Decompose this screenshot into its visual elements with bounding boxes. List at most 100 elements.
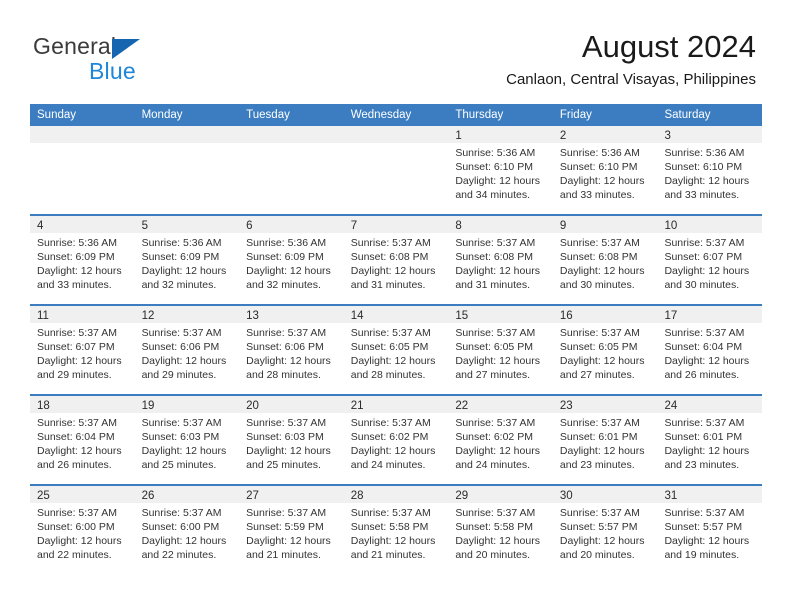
day-number: 24 xyxy=(664,400,678,412)
calendar-day-cell[interactable]: 29 Sunrise: 5:37 AM Sunset: 5:58 PM Dayligh… xyxy=(448,486,553,574)
day-number-band: 4 xyxy=(30,216,135,233)
sunrise-text: Sunrise: 5:37 AM xyxy=(455,417,536,429)
daylight-text-line1: Daylight: 12 hours xyxy=(350,445,436,457)
calendar-day-cell[interactable]: 1 Sunrise: 5:36 AM Sunset: 6:10 PM Daylight… xyxy=(448,126,553,214)
daylight-text-line1: Daylight: 12 hours xyxy=(559,175,645,187)
calendar-day-cell[interactable]: 13 Sunrise: 5:37 AM Sunset: 6:06 PM Dayligh… xyxy=(239,306,344,394)
daylight-text-line2: and 33 minutes. xyxy=(664,189,740,201)
day-number-band: 13 xyxy=(239,306,344,323)
sunrise-text: Sunrise: 5:36 AM xyxy=(559,147,640,159)
daylight-text-line2: and 33 minutes. xyxy=(37,279,112,291)
sunrise-text: Sunrise: 5:37 AM xyxy=(559,417,640,429)
sunset-text: Sunset: 5:57 PM xyxy=(664,521,743,533)
sunset-text: Sunset: 6:08 PM xyxy=(350,251,429,263)
day-sun-info: Sunrise: 5:37 AM Sunset: 5:59 PM Daylight:… xyxy=(239,503,344,562)
calendar-day-cell[interactable]: 28 Sunrise: 5:37 AM Sunset: 5:58 PM Dayligh… xyxy=(343,486,449,574)
day-sun-info: Sunrise: 5:37 AM Sunset: 6:05 PM Daylight:… xyxy=(344,323,449,382)
weekday-header-monday: Monday xyxy=(141,109,183,121)
calendar-day-cell[interactable]: 18 Sunrise: 5:37 AM Sunset: 6:04 PM Dayligh… xyxy=(30,396,135,484)
calendar-day-cell[interactable]: 23 Sunrise: 5:37 AM Sunset: 6:01 PM Dayligh… xyxy=(552,396,658,484)
calendar-day-cell[interactable]: 26 Sunrise: 5:37 AM Sunset: 6:00 PM Dayligh… xyxy=(134,486,240,574)
calendar-week-row: 18 Sunrise: 5:37 AM Sunset: 6:04 PM Dayligh… xyxy=(30,394,763,484)
daylight-text-line1: Daylight: 12 hours xyxy=(246,355,331,367)
sunset-text: Sunset: 6:08 PM xyxy=(455,251,533,263)
calendar-day-cell[interactable]: 2 Sunrise: 5:36 AM Sunset: 6:10 PM Daylight… xyxy=(552,126,658,214)
day-sun-info: Sunrise: 5:36 AM Sunset: 6:09 PM Daylight:… xyxy=(135,233,240,292)
calendar-day-cell[interactable]: 3 Sunrise: 5:36 AM Sunset: 6:10 PM Daylight… xyxy=(657,126,763,214)
day-sun-info: Sunrise: 5:36 AM Sunset: 6:09 PM Daylight:… xyxy=(30,233,135,292)
calendar-day-cell[interactable]: 27 Sunrise: 5:37 AM Sunset: 5:59 PM Dayligh… xyxy=(239,486,344,574)
sunrise-text: Sunrise: 5:37 AM xyxy=(37,417,117,429)
calendar-day-cell[interactable]: 6 Sunrise: 5:36 AM Sunset: 6:09 PM Daylight… xyxy=(239,216,344,304)
weekday-header-row: Sunday Monday Tuesday Wednesday Thursday… xyxy=(30,104,762,126)
daylight-text-line2: and 29 minutes. xyxy=(37,369,112,381)
day-sun-info: Sunrise: 5:37 AM Sunset: 5:58 PM Daylight:… xyxy=(344,503,449,562)
day-number: 14 xyxy=(350,310,364,322)
calendar-day-cell[interactable]: 7 Sunrise: 5:37 AM Sunset: 6:08 PM Daylight… xyxy=(343,216,449,304)
weekday-header-thursday: Thursday xyxy=(455,109,504,121)
day-number-band: 21 xyxy=(343,396,449,413)
daylight-text-line1: Daylight: 12 hours xyxy=(455,445,540,457)
sunrise-text: Sunrise: 5:37 AM xyxy=(246,417,327,429)
sunset-text: Sunset: 5:57 PM xyxy=(559,521,638,533)
calendar-day-cell[interactable]: 14 Sunrise: 5:37 AM Sunset: 6:05 PM Dayligh… xyxy=(343,306,449,394)
daylight-text-line2: and 21 minutes. xyxy=(246,549,321,561)
daylight-text-line2: and 22 minutes. xyxy=(37,549,112,561)
day-number: 31 xyxy=(664,490,678,502)
calendar-day-cell[interactable]: 22 Sunrise: 5:37 AM Sunset: 6:02 PM Dayligh… xyxy=(448,396,553,484)
daylight-text-line1: Daylight: 12 hours xyxy=(664,355,750,367)
day-sun-info: Sunrise: 5:37 AM Sunset: 6:02 PM Daylight:… xyxy=(344,413,449,472)
calendar-weeks: 1 Sunrise: 5:36 AM Sunset: 6:10 PM Daylight… xyxy=(30,126,763,574)
sunset-text: Sunset: 6:00 PM xyxy=(141,521,220,533)
calendar-day-cell[interactable]: 9 Sunrise: 5:37 AM Sunset: 6:08 PM Daylight… xyxy=(552,216,658,304)
daylight-text-line2: and 26 minutes. xyxy=(664,369,740,381)
calendar-day-cell[interactable]: 20 Sunrise: 5:37 AM Sunset: 6:03 PM Dayligh… xyxy=(239,396,344,484)
day-sun-info: Sunrise: 5:37 AM Sunset: 6:06 PM Daylight:… xyxy=(239,323,344,382)
calendar-day-cell[interactable]: 31 Sunrise: 5:37 AM Sunset: 5:57 PM Dayligh… xyxy=(657,486,763,574)
generalblue-logo[interactable]: General Blue xyxy=(33,33,263,84)
daylight-text-line2: and 27 minutes. xyxy=(559,369,635,381)
day-sun-info: Sunrise: 5:37 AM Sunset: 6:02 PM Daylight:… xyxy=(448,413,553,472)
calendar-day-cell[interactable]: 25 Sunrise: 5:37 AM Sunset: 6:00 PM Dayligh… xyxy=(30,486,135,574)
weekday-header-sunday: Sunday xyxy=(37,109,77,121)
day-sun-info: Sunrise: 5:37 AM Sunset: 6:05 PM Daylight:… xyxy=(448,323,553,382)
sunrise-text: Sunrise: 5:37 AM xyxy=(664,417,745,429)
calendar-day-cell[interactable]: 8 Sunrise: 5:37 AM Sunset: 6:08 PM Daylight… xyxy=(448,216,553,304)
daylight-text-line2: and 33 minutes. xyxy=(559,189,635,201)
sunset-text: Sunset: 6:10 PM xyxy=(664,161,743,173)
sunset-text: Sunset: 6:04 PM xyxy=(664,341,743,353)
day-number-band: 12 xyxy=(134,306,240,323)
daylight-text-line2: and 25 minutes. xyxy=(141,459,217,471)
sunrise-text: Sunrise: 5:37 AM xyxy=(246,507,327,519)
sunrise-text: Sunrise: 5:36 AM xyxy=(37,237,117,249)
calendar-day-cell[interactable]: 19 Sunrise: 5:37 AM Sunset: 6:03 PM Dayligh… xyxy=(134,396,240,484)
daylight-text-line2: and 32 minutes. xyxy=(246,279,321,291)
day-number-band: 28 xyxy=(343,486,449,503)
calendar-day-cell[interactable]: 11 Sunrise: 5:37 AM Sunset: 6:07 PM Dayligh… xyxy=(30,306,135,394)
day-sun-info: Sunrise: 5:37 AM Sunset: 6:04 PM Daylight:… xyxy=(657,323,762,382)
daylight-text-line1: Daylight: 12 hours xyxy=(350,355,436,367)
day-sun-info: Sunrise: 5:37 AM Sunset: 6:07 PM Daylight:… xyxy=(30,323,135,382)
calendar-day-cell[interactable]: 24 Sunrise: 5:37 AM Sunset: 6:01 PM Dayligh… xyxy=(657,396,763,484)
sunrise-text: Sunrise: 5:37 AM xyxy=(350,417,431,429)
calendar-week-row: 1 Sunrise: 5:36 AM Sunset: 6:10 PM Daylight… xyxy=(30,126,763,214)
day-number-band: 9 xyxy=(552,216,658,233)
calendar-day-cell[interactable]: 12 Sunrise: 5:37 AM Sunset: 6:06 PM Dayligh… xyxy=(134,306,240,394)
sunrise-text: Sunrise: 5:36 AM xyxy=(246,237,327,249)
sunset-text: Sunset: 6:05 PM xyxy=(559,341,638,353)
day-number-band: 25 xyxy=(30,486,135,503)
calendar-day-cell[interactable]: 4 Sunrise: 5:36 AM Sunset: 6:09 PM Daylight… xyxy=(30,216,135,304)
day-number-band: 15 xyxy=(448,306,553,323)
calendar-day-cell[interactable]: 21 Sunrise: 5:37 AM Sunset: 6:02 PM Dayligh… xyxy=(343,396,449,484)
calendar-day-cell[interactable]: 16 Sunrise: 5:37 AM Sunset: 6:05 PM Dayligh… xyxy=(552,306,658,394)
logo-text-general: General xyxy=(33,33,117,59)
calendar-day-cell[interactable]: 15 Sunrise: 5:37 AM Sunset: 6:05 PM Dayligh… xyxy=(448,306,553,394)
calendar-day-cell[interactable]: 10 Sunrise: 5:37 AM Sunset: 6:07 PM Dayligh… xyxy=(657,216,763,304)
sunrise-text: Sunrise: 5:36 AM xyxy=(664,147,745,159)
daylight-text-line2: and 32 minutes. xyxy=(141,279,217,291)
calendar-day-cell[interactable]: 17 Sunrise: 5:37 AM Sunset: 6:04 PM Dayligh… xyxy=(657,306,763,394)
calendar-day-cell[interactable]: 5 Sunrise: 5:36 AM Sunset: 6:09 PM Daylight… xyxy=(134,216,240,304)
calendar-day-cell[interactable]: 30 Sunrise: 5:37 AM Sunset: 5:57 PM Dayligh… xyxy=(552,486,658,574)
calendar-day-cell-empty xyxy=(239,126,344,214)
sunset-text: Sunset: 6:01 PM xyxy=(664,431,743,443)
